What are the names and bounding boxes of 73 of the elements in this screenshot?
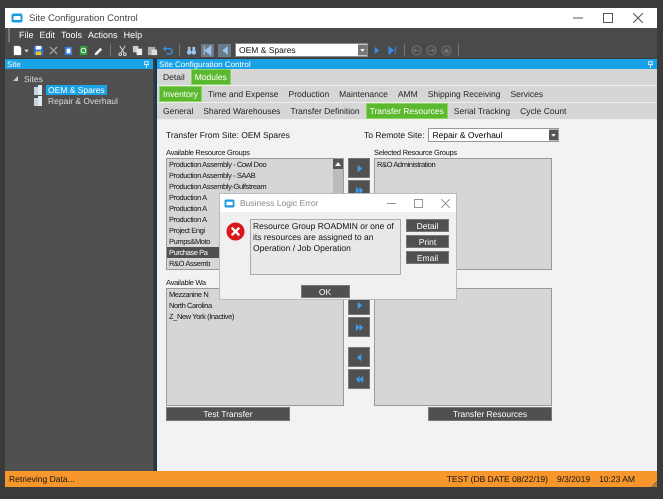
- copy-icon[interactable]: [132, 44, 143, 56]
- menu-item[interactable]: File: [19, 30, 34, 40]
- menu-item[interactable]: Edit: [40, 30, 56, 40]
- dialog-button[interactable]: Print: [406, 235, 449, 248]
- menu-item[interactable]: Help: [124, 30, 142, 40]
- building-icon: [33, 84, 43, 94]
- maximize-icon[interactable]: [414, 198, 423, 208]
- paste-icon[interactable]: [147, 44, 158, 56]
- dialog-button[interactable]: Email: [406, 251, 449, 264]
- panel-title: Site: [7, 60, 21, 68]
- remove-all-button[interactable]: [348, 369, 370, 389]
- delete-icon[interactable]: [48, 44, 59, 56]
- building-icon: [33, 96, 43, 106]
- from-site-label: Transfer From Site: OEM Spares: [166, 130, 291, 140]
- save-icon[interactable]: [33, 44, 44, 56]
- left-arrow-icon: [354, 352, 364, 362]
- tab[interactable]: Time and Expense: [204, 86, 283, 102]
- tab[interactable]: Services: [506, 86, 548, 102]
- double-right-arrow-icon: [354, 322, 364, 332]
- expand-icon[interactable]: [13, 76, 18, 81]
- status-date: 9/3/2019: [556, 474, 590, 484]
- undo-icon[interactable]: [162, 44, 173, 56]
- status-time: 10:23 AM: [599, 474, 635, 484]
- binoculars-icon[interactable]: [186, 44, 197, 56]
- panel-title: Site Configuration Control: [159, 60, 251, 68]
- double-right-arrow-icon: [354, 186, 364, 194]
- pin-icon[interactable]: [144, 60, 149, 68]
- transfer-resources-button[interactable]: Transfer Resources: [428, 407, 552, 421]
- tree-item[interactable]: Sites: [22, 74, 45, 84]
- tree-item[interactable]: Repair & Overhaul: [46, 96, 120, 106]
- first-record-icon[interactable]: [201, 44, 214, 56]
- app-icon: [224, 198, 235, 208]
- previous-record-icon[interactable]: [218, 44, 231, 56]
- window-title: Site Configuration Control: [29, 12, 138, 24]
- error-icon: [226, 222, 245, 241]
- tab[interactable]: Serial Tracking: [450, 103, 514, 119]
- tab[interactable]: Maintenance: [335, 86, 392, 102]
- dialog-title: Business Logic Error: [240, 198, 318, 208]
- tab[interactable]: Cycle Count: [516, 103, 570, 119]
- right-arrow-icon: [354, 164, 364, 172]
- scroll-up-icon[interactable]: [333, 159, 343, 169]
- close-icon[interactable]: [441, 198, 450, 208]
- double-left-arrow-icon: [354, 374, 364, 384]
- app-icon: [11, 13, 23, 23]
- error-message: Resource Group ROADMIN or one of its resources are assigned to an Operation / Job Operation: [250, 219, 401, 275]
- tab[interactable]: Production: [284, 86, 334, 102]
- status-message: Retrieving Data...: [9, 474, 76, 484]
- close-icon[interactable]: [633, 13, 643, 23]
- maximize-icon[interactable]: [603, 13, 613, 23]
- caret-icon[interactable]: [549, 129, 558, 141]
- tab[interactable]: Transfer Definition: [286, 103, 364, 119]
- remote-site-dropdown[interactable]: Repair & Overhaul: [428, 128, 560, 142]
- tab[interactable]: AMM: [394, 86, 422, 102]
- tab[interactable]: General: [159, 103, 198, 119]
- menu-item[interactable]: Tools: [61, 30, 82, 40]
- new-document-icon[interactable]: [12, 44, 23, 56]
- ok-button[interactable]: OK: [300, 285, 350, 298]
- last-record-icon[interactable]: [387, 44, 398, 56]
- environment-label: TEST (DB DATE 08/22/19): [446, 474, 548, 484]
- tab[interactable]: Shipping Receiving: [424, 86, 504, 102]
- remote-site-label: To Remote Site:: [364, 130, 424, 140]
- right-arrow-icon: [354, 300, 364, 310]
- site-combo[interactable]: OEM & Spares: [235, 43, 368, 57]
- dialog-button[interactable]: Detail: [406, 219, 449, 232]
- caret-icon[interactable]: [358, 44, 367, 56]
- cut-icon[interactable]: [117, 44, 128, 56]
- pin-icon[interactable]: [648, 60, 653, 68]
- test-transfer-button[interactable]: Test Transfer: [166, 407, 290, 421]
- resize-grip-icon[interactable]: [650, 480, 657, 487]
- tab[interactable]: Shared Warehouses: [199, 103, 284, 119]
- remove-button[interactable]: [348, 347, 370, 367]
- tab[interactable]: Detail: [159, 69, 189, 85]
- menu-item[interactable]: Actions: [88, 30, 118, 40]
